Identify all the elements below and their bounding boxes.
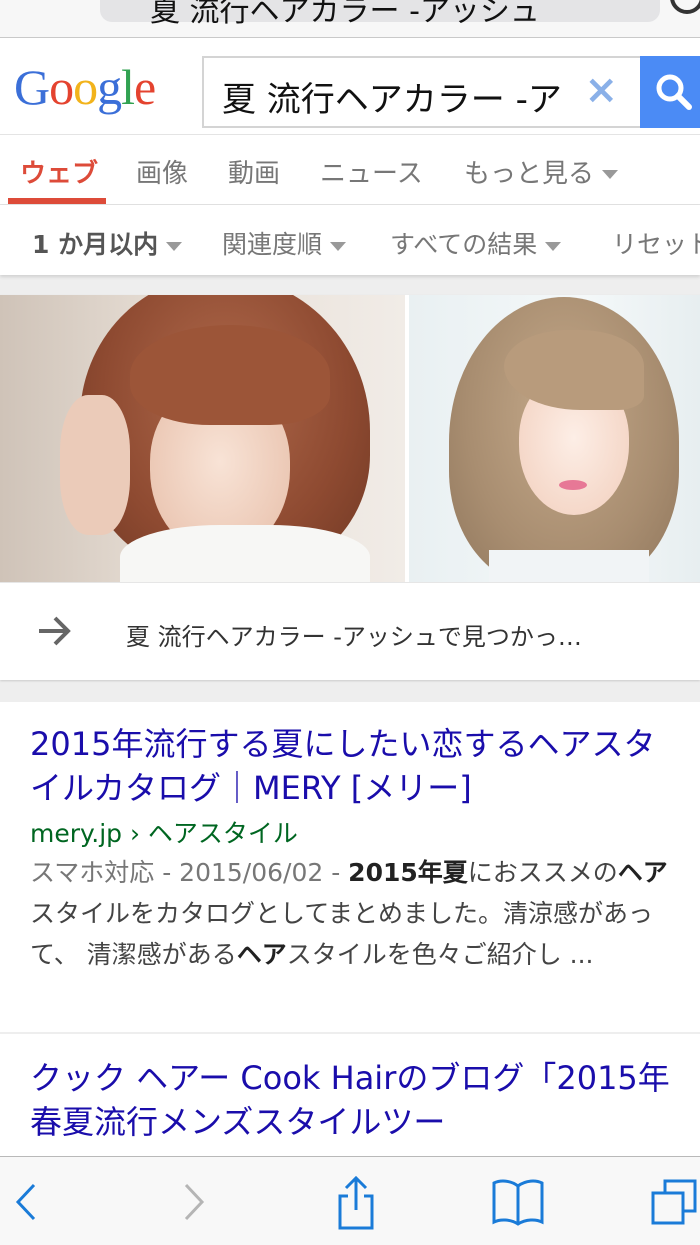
clear-icon[interactable]: × [584, 70, 618, 110]
more-images-link[interactable]: 夏 流行ヘアカラー -アッシュで見つかっ… [0, 582, 700, 680]
chevron-down-icon [330, 241, 347, 251]
search-result: 2015年流行する夏にしたい恋するヘアスタイルカタログ｜MERY [メリー] m… [0, 702, 700, 1032]
arrow-right-icon [39, 616, 71, 646]
bookmarks-icon [492, 1179, 544, 1226]
search-button[interactable] [640, 56, 700, 128]
filter-sort-label: 関連度順 [222, 230, 323, 259]
reload-icon[interactable] [670, 0, 700, 14]
tab-videos[interactable]: 動画 [228, 153, 280, 190]
result-meta: スマホ対応 - 2015/06/02 - [30, 858, 349, 887]
chevron-down-icon [545, 241, 562, 251]
result-url[interactable]: mery.jp › ヘアスタイル [30, 814, 298, 850]
result-snippet: スマホ対応 - 2015/06/02 - 2015年夏におススメのヘアスタイルを… [30, 852, 685, 975]
address-bar[interactable]: 夏 流行ヘアカラー -アッシュ [0, 0, 700, 38]
search-filters: 1 か月以内 関連度順 すべての結果 リセット [0, 205, 700, 275]
filter-sort[interactable]: 関連度順 [222, 225, 347, 261]
image-thumbnail[interactable] [0, 295, 405, 582]
tab-news[interactable]: ニュース [320, 153, 423, 190]
image-thumbnail[interactable] [409, 295, 700, 582]
logo-letter: e [134, 59, 156, 115]
tab-web[interactable]: ウェブ [20, 153, 98, 190]
logo-letter: g [97, 59, 122, 115]
logo-letter: G [14, 59, 50, 115]
share-button[interactable] [330, 1157, 382, 1245]
tab-more[interactable]: もっと見る [464, 153, 619, 190]
browser-toolbar [0, 1156, 700, 1245]
tabs-icon [651, 1179, 697, 1224]
back-icon [15, 1183, 36, 1220]
search-query-text: 夏 流行ヘアカラー -ア [222, 80, 562, 120]
search-tabs: ウェブ 画像 動画 ニュース もっと見る [0, 135, 700, 205]
forward-button[interactable] [172, 1157, 216, 1245]
more-images-text: 夏 流行ヘアカラー -アッシュで見つかっ… [126, 623, 582, 651]
filter-time[interactable]: 1 か月以内 [32, 225, 183, 261]
snippet-highlight: 2015年 [348, 858, 443, 887]
logo-letter: o [73, 59, 98, 115]
search-input[interactable]: 夏 流行ヘアカラー -ア × [202, 56, 642, 128]
filter-results-label: すべての結果 [390, 230, 538, 259]
snippet-highlight: 夏 [442, 858, 468, 887]
address-text: 夏 流行ヘアカラー -アッシュ [150, 0, 540, 29]
active-tab-indicator [8, 198, 106, 204]
snippet-text: におススメの [467, 858, 618, 887]
back-button[interactable] [4, 1157, 48, 1245]
tab-images[interactable]: 画像 [136, 153, 188, 190]
image-results-card: 夏 流行ヘアカラー -アッシュで見つかっ… [0, 295, 700, 680]
share-icon [338, 1175, 374, 1229]
filter-time-label: 1 か月以内 [32, 230, 159, 259]
filter-results[interactable]: すべての結果 [390, 225, 562, 261]
snippet-highlight: ヘア [236, 940, 287, 969]
logo-letter: l [121, 59, 135, 115]
tabs-button[interactable] [648, 1157, 700, 1245]
chevron-down-icon [166, 241, 183, 251]
google-logo[interactable]: Google [14, 59, 156, 115]
filter-reset[interactable]: リセット [612, 225, 700, 261]
logo-letter: o [49, 59, 74, 115]
chevron-down-icon [602, 170, 619, 179]
snippet-highlight: ヘア [617, 858, 668, 887]
tab-more-label: もっと見る [464, 159, 595, 189]
search-result: クック ヘアー Cook Hairのブログ「2015年春夏流行メンズスタイルツー [0, 1034, 700, 1174]
search-icon [656, 74, 692, 110]
bookmarks-button[interactable] [486, 1157, 550, 1245]
result-title-link[interactable]: クック ヘアー Cook Hairのブログ「2015年春夏流行メンズスタイルツー [30, 1056, 680, 1144]
search-header: Google 夏 流行ヘアカラー -ア × [0, 38, 700, 135]
forward-icon [184, 1183, 205, 1220]
snippet-text: スタイルを色々ご紹介し ... [286, 940, 594, 969]
result-title-link[interactable]: 2015年流行する夏にしたい恋するヘアスタイルカタログ｜MERY [メリー] [30, 722, 680, 810]
